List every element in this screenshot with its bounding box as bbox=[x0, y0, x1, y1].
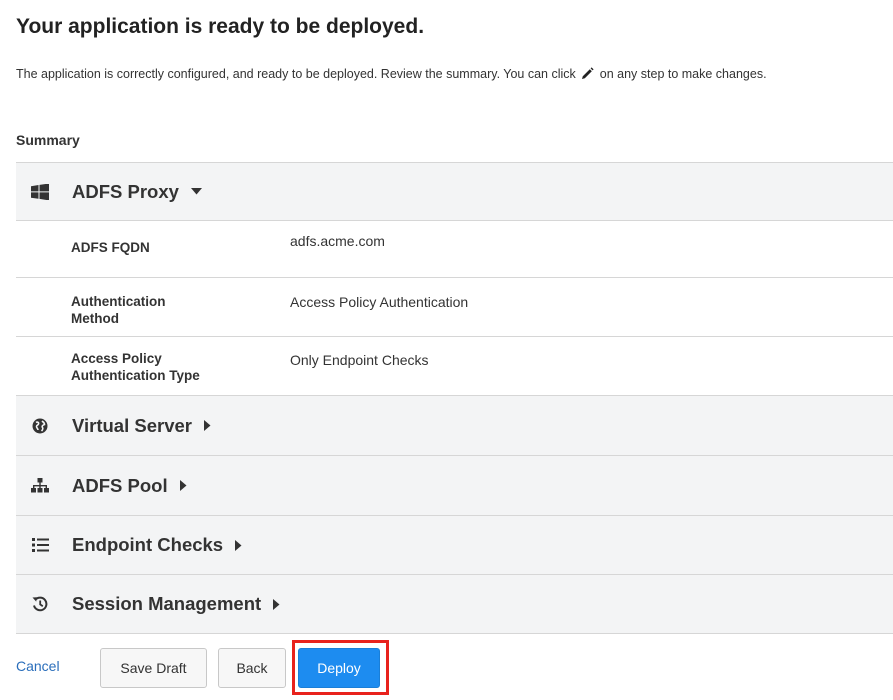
detail-row-auth-type: Access Policy Authentication Type Only E… bbox=[16, 337, 893, 396]
detail-key: Authentication Method bbox=[71, 294, 166, 326]
description-text-end: on any step to make changes. bbox=[599, 67, 767, 81]
caret-down-icon bbox=[190, 188, 202, 195]
detail-key: Access Policy Authentication Type bbox=[71, 351, 200, 383]
section-virtual-server[interactable]: Virtual Server bbox=[16, 396, 893, 456]
caret-right-icon bbox=[203, 420, 211, 431]
section-adfs-pool[interactable]: ADFS Pool bbox=[16, 456, 893, 516]
section-session-management[interactable]: Session Management bbox=[16, 575, 893, 634]
detail-value: Access Policy Authentication bbox=[290, 294, 469, 310]
detail-value: adfs.acme.com bbox=[290, 233, 385, 249]
page-title: Your application is ready to be deployed… bbox=[16, 15, 425, 38]
back-button[interactable]: Back bbox=[218, 648, 286, 688]
section-adfs-proxy[interactable]: ADFS Proxy bbox=[16, 163, 893, 221]
wizard-footer: Cancel Save Draft Back Deploy bbox=[0, 640, 893, 695]
page-description: The application is correctly configured,… bbox=[16, 67, 767, 83]
deploy-button[interactable]: Deploy bbox=[298, 648, 380, 688]
pencil-icon bbox=[581, 67, 594, 83]
section-title: Session Management bbox=[72, 593, 262, 614]
caret-right-icon bbox=[179, 480, 187, 491]
windows-icon bbox=[30, 182, 50, 202]
save-draft-button[interactable]: Save Draft bbox=[100, 648, 207, 688]
summary-heading: Summary bbox=[16, 132, 80, 148]
globe-icon bbox=[30, 416, 50, 436]
history-icon bbox=[30, 594, 50, 614]
cancel-link[interactable]: Cancel bbox=[16, 658, 60, 674]
section-title: ADFS Proxy bbox=[72, 180, 179, 202]
detail-row-adfs-fqdn: ADFS FQDN adfs.acme.com bbox=[16, 221, 893, 278]
detail-value: Only Endpoint Checks bbox=[290, 352, 429, 368]
list-icon bbox=[30, 535, 50, 555]
summary-panel: ADFS Proxy ADFS FQDN adfs.acme.com Authe… bbox=[16, 162, 893, 634]
section-title: Virtual Server bbox=[72, 414, 192, 436]
section-title: ADFS Pool bbox=[72, 474, 168, 496]
caret-right-icon bbox=[273, 598, 280, 610]
detail-key: ADFS FQDN bbox=[71, 240, 150, 255]
section-endpoint-checks[interactable]: Endpoint Checks bbox=[16, 516, 893, 575]
sitemap-icon bbox=[30, 476, 50, 496]
detail-row-authentication-method: Authentication Method Access Policy Auth… bbox=[16, 278, 893, 337]
section-title: Endpoint Checks bbox=[72, 534, 224, 555]
description-text: The application is correctly configured,… bbox=[16, 67, 576, 81]
caret-right-icon bbox=[235, 539, 242, 551]
